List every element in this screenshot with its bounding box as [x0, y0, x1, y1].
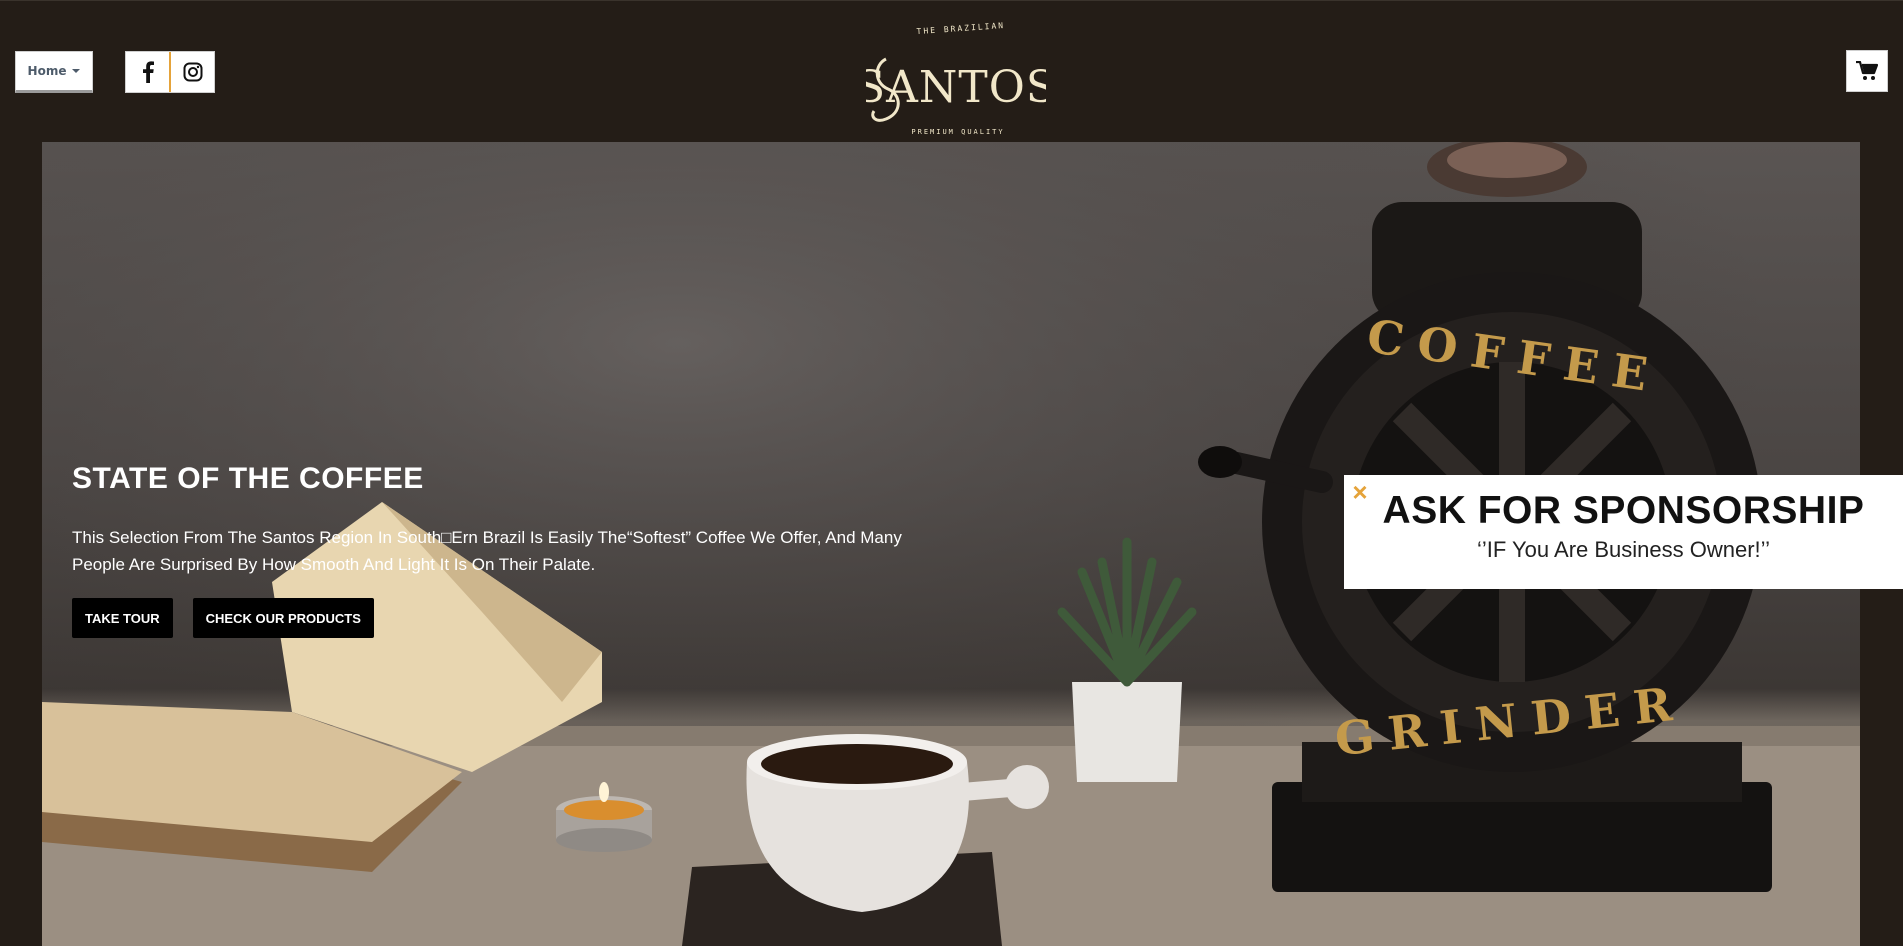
- top-header: Home THE BRAZILIAN SANTOS PREMIUM QUALIT…: [0, 0, 1903, 142]
- close-icon[interactable]: ×: [1345, 477, 1375, 507]
- hero-title: STATE OF THE COFFEE: [72, 462, 424, 495]
- hero-buttons: TAKE TOUR CHECK OUR PRODUCTS: [72, 598, 952, 638]
- sponsorship-title: ASK FOR SPONSORSHIP: [1382, 489, 1865, 532]
- social-links: [125, 51, 215, 93]
- sponsorship-subtitle: ‘’IF You Are Business Owner!’’: [1476, 537, 1771, 562]
- logo-top-text: THE BRAZILIAN: [916, 21, 1005, 36]
- home-menu-dropdown[interactable]: Home: [15, 51, 93, 93]
- home-menu-label: Home: [27, 64, 67, 78]
- instagram-icon: [183, 62, 202, 82]
- chevron-down-icon: [72, 69, 81, 73]
- take-tour-button[interactable]: TAKE TOUR: [72, 598, 173, 638]
- cart-icon: [1856, 61, 1878, 80]
- facebook-link[interactable]: [126, 52, 169, 92]
- facebook-icon: [142, 61, 154, 83]
- sponsorship-popup[interactable]: × ASK FOR SPONSORSHIP ‘’IF You Are Busin…: [1344, 475, 1903, 589]
- hero-description: This Selection From The Santos Region In…: [72, 528, 902, 574]
- santos-logo[interactable]: THE BRAZILIAN SANTOS PREMIUM QUALITY: [855, 19, 1056, 141]
- cart-button[interactable]: [1846, 50, 1888, 92]
- check-products-button[interactable]: CHECK OUR PRODUCTS: [192, 598, 374, 638]
- hero-content: STATE OF THE COFFEE This Selection From …: [72, 462, 952, 638]
- logo-bottom-text: PREMIUM QUALITY: [911, 128, 1004, 136]
- instagram-link[interactable]: [169, 52, 214, 92]
- logo-brand-text: SANTOS: [866, 62, 1046, 113]
